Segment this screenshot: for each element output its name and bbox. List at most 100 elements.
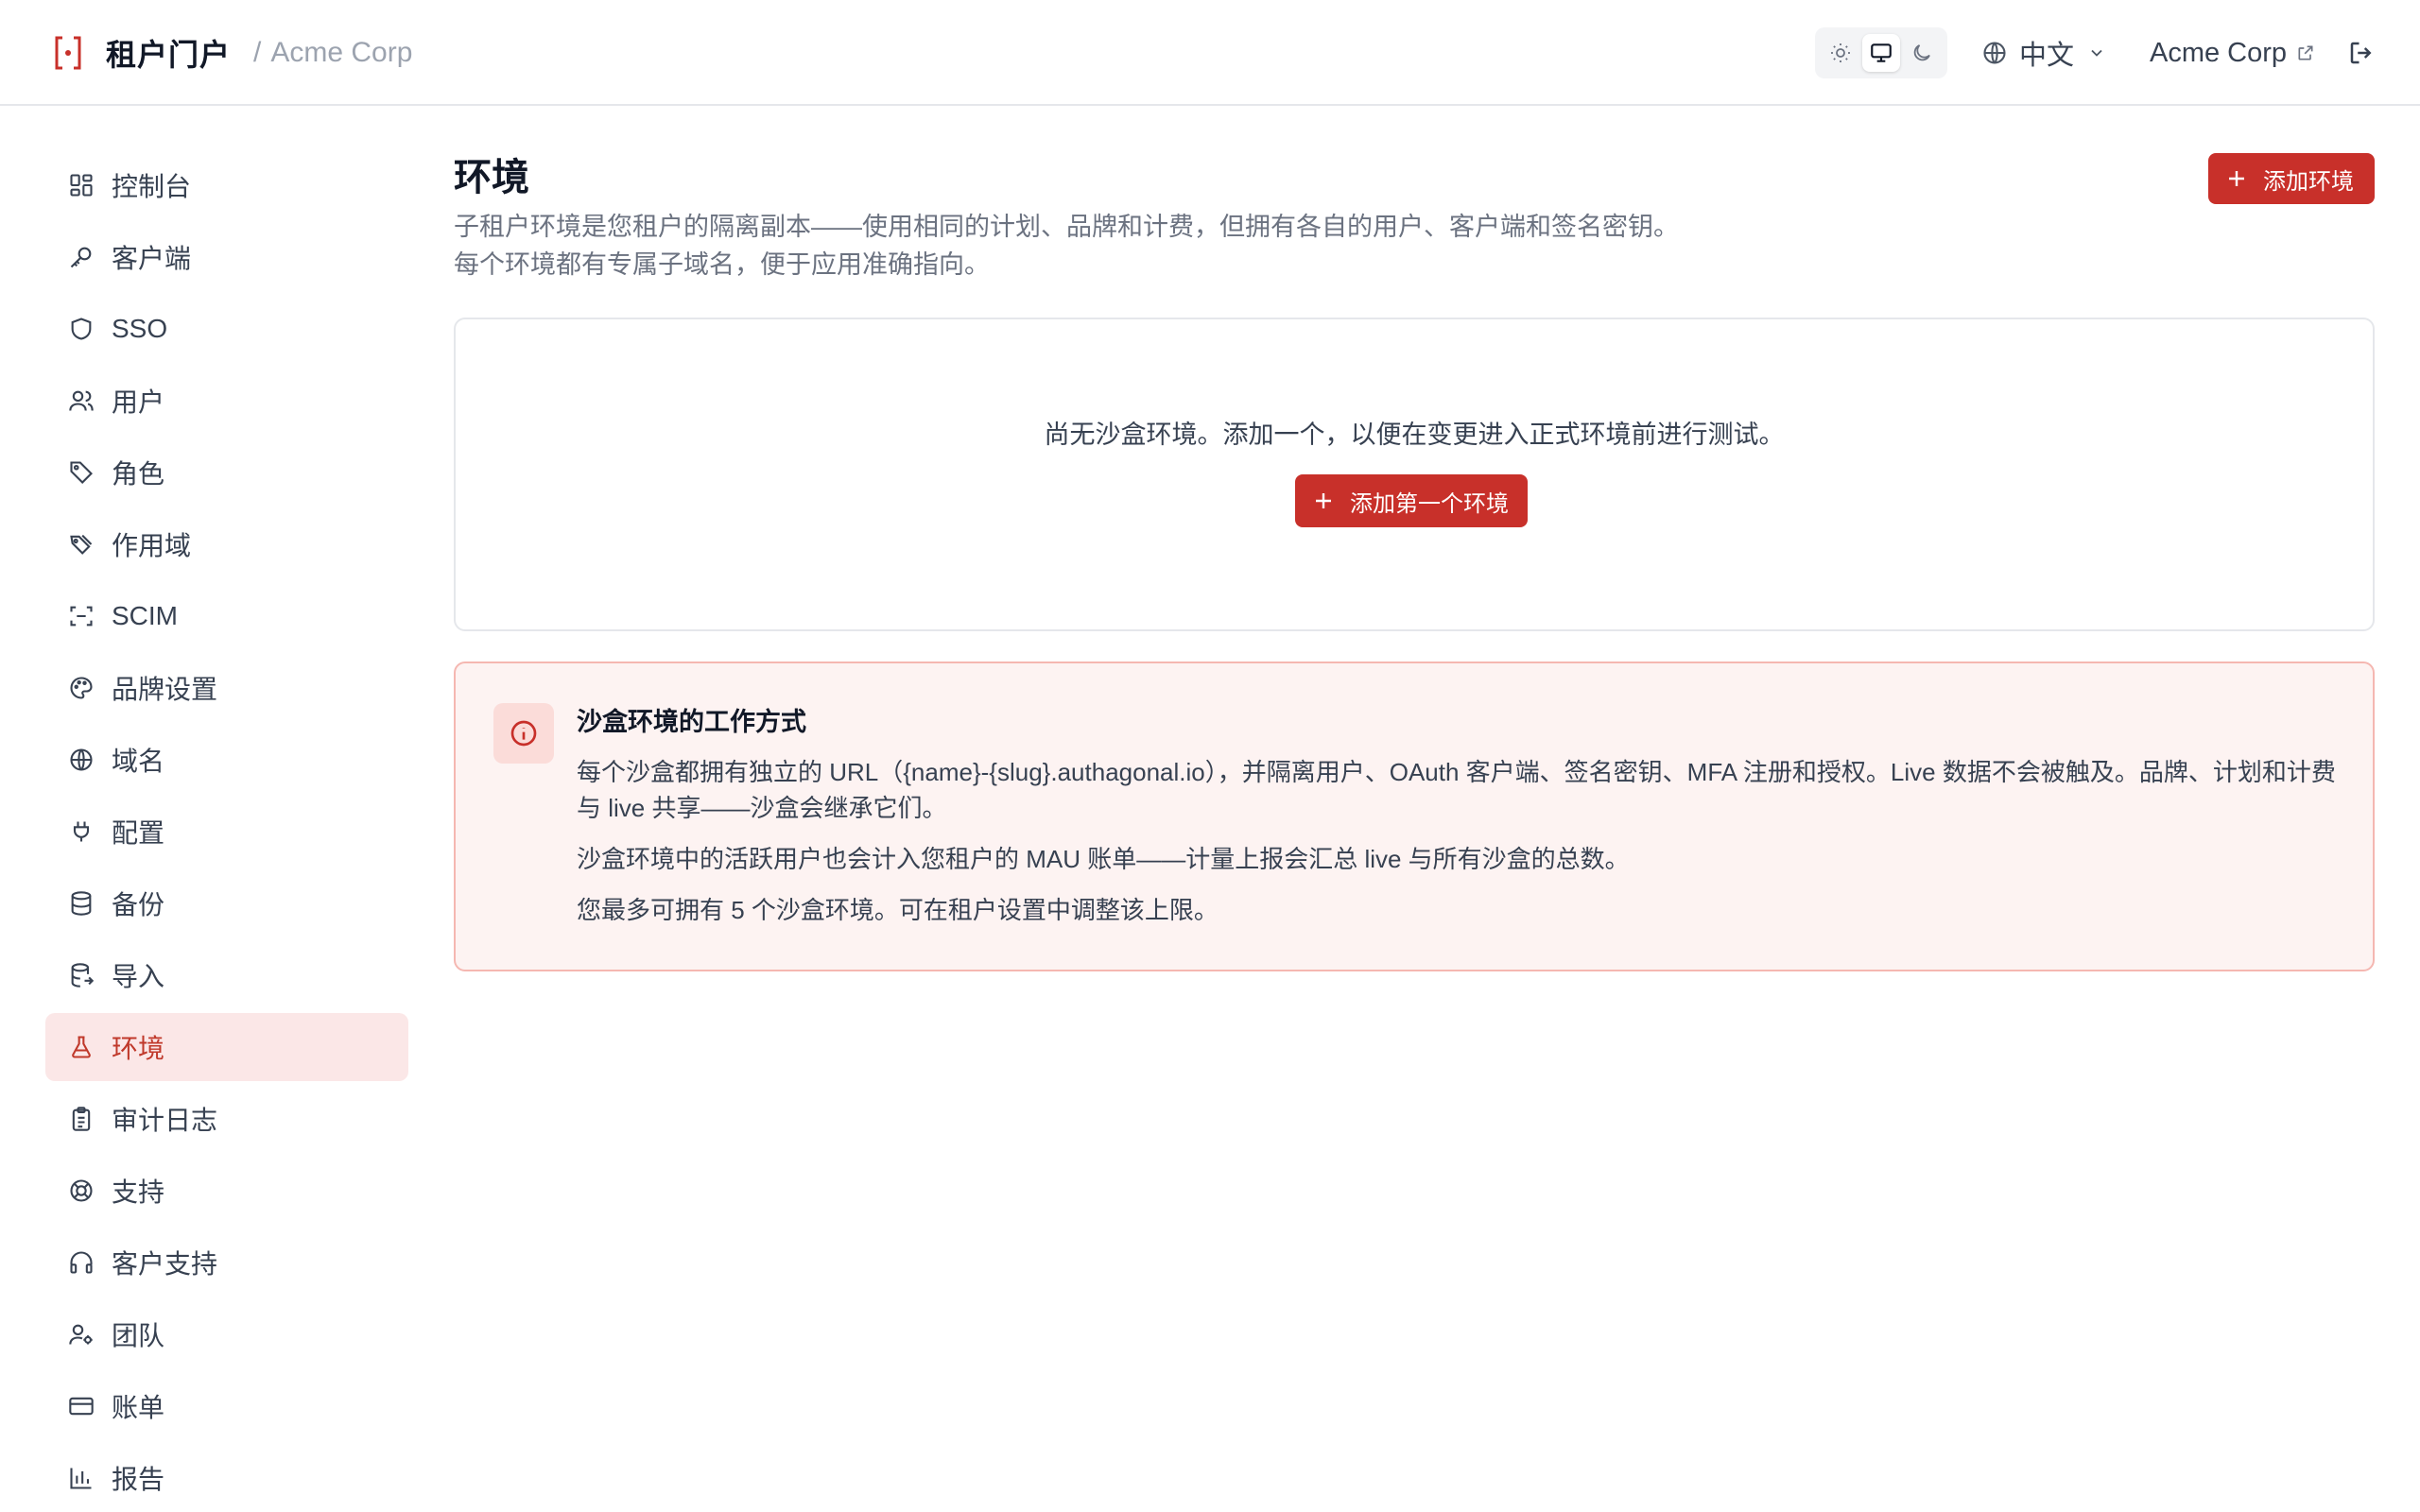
sidebar-item-environments[interactable]: 环境	[45, 1013, 408, 1081]
top-header: 租户门户 / Acme Corp 中文 Acme Corp	[0, 0, 2420, 106]
sidebar-item-label: 品牌设置	[112, 675, 218, 704]
monitor-icon	[1871, 43, 1892, 62]
chevron-down-icon	[2091, 49, 2102, 57]
add-environment-button[interactable]: 添加环境	[2208, 153, 2375, 204]
sidebar-nav: 控制台 客户端 SSO 用户 角色 作用域 SCIM 品牌设置 域名 配置 备份…	[45, 151, 408, 1512]
plus-icon	[1312, 490, 1335, 512]
tenant-name: Acme Corp	[270, 37, 413, 68]
sidebar-item-label: 备份	[112, 890, 165, 919]
theme-light-button[interactable]	[1822, 34, 1859, 72]
database-icon	[66, 888, 96, 919]
add-first-environment-label: 添加第一个环境	[1350, 490, 1509, 517]
sun-icon	[1831, 43, 1851, 62]
app-title: 租户门户	[106, 38, 232, 72]
breadcrumb-separator: /	[253, 37, 262, 68]
info-paragraph-2: 沙盒环境中的活跃用户也会计入您租户的 MAU 账单——计量上报会汇总 live …	[577, 845, 1630, 873]
sidebar-item-scim[interactable]: SCIM	[45, 582, 408, 650]
sidebar-item-label: 支持	[112, 1177, 165, 1207]
user-cog-icon	[66, 1319, 96, 1349]
sidebar-item-roles[interactable]: 角色	[45, 438, 408, 507]
key-icon	[66, 242, 96, 272]
info-icon	[493, 703, 554, 764]
tag-icon	[66, 457, 96, 488]
theme-system-button[interactable]	[1861, 34, 1900, 72]
account-name: Acme Corp	[2150, 37, 2288, 68]
page-description-line-2: 每个环境都有专属子域名，便于应用准确指向。	[454, 250, 990, 279]
bar-chart-icon	[66, 1463, 96, 1493]
sidebar-item-label: 账单	[112, 1393, 165, 1422]
dashboard-icon	[66, 170, 96, 200]
info-body: 沙盒环境的工作方式 每个沙盒都拥有独立的 URL（{name}-{slug}.a…	[577, 701, 2344, 928]
sidebar-item-label: 配置	[112, 818, 165, 848]
sidebar-item-label: 域名	[112, 747, 165, 776]
sidebar-item-label: 团队	[112, 1321, 165, 1350]
page-description: 子租户环境是您租户的隔离副本——使用相同的计划、品牌和计费，但拥有各自的用户、客…	[454, 208, 2375, 284]
add-environment-label: 添加环境	[2263, 168, 2354, 195]
database-import-icon	[66, 960, 96, 990]
sidebar-item-customer-support[interactable]: 客户支持	[45, 1228, 408, 1297]
info-paragraph-3: 您最多可拥有 5 个沙盒环境。可在租户设置中调整该上限。	[577, 896, 1219, 924]
headphones-icon	[66, 1247, 96, 1278]
sidebar-item-domains[interactable]: 域名	[45, 726, 408, 794]
shield-icon	[66, 314, 96, 344]
lifebuoy-icon	[66, 1176, 96, 1206]
brand-logo-icon	[49, 34, 87, 72]
sidebar-item-dashboard[interactable]: 控制台	[45, 151, 408, 219]
plug-icon	[66, 816, 96, 847]
sidebar-item-scopes[interactable]: 作用域	[45, 510, 408, 578]
users-icon	[66, 386, 96, 416]
sidebar-item-reports[interactable]: 报告	[45, 1444, 408, 1512]
info-paragraph-1: 每个沙盒都拥有独立的 URL（{name}-{slug}.authagonal.…	[577, 758, 2336, 822]
sidebar-item-label: SSO	[112, 314, 168, 343]
sidebar-item-branding[interactable]: 品牌设置	[45, 654, 408, 722]
logout-icon	[2350, 42, 2372, 64]
add-first-environment-button[interactable]: 添加第一个环境	[1295, 474, 1528, 527]
main-content: 环境 子租户环境是您租户的隔离副本——使用相同的计划、品牌和计费，但拥有各自的用…	[454, 151, 2375, 971]
theme-dark-button[interactable]	[1903, 34, 1941, 72]
info-title: 沙盒环境的工作方式	[577, 708, 806, 736]
globe-icon	[1983, 42, 2006, 64]
sidebar-item-clients[interactable]: 客户端	[45, 223, 408, 291]
page-description-line-1: 子租户环境是您租户的隔离副本——使用相同的计划、品牌和计费，但拥有各自的用户、客…	[454, 213, 1679, 241]
sidebar-item-config[interactable]: 配置	[45, 798, 408, 866]
sidebar-item-label: 控制台	[112, 172, 192, 201]
sidebar-item-label: 作用域	[112, 531, 192, 560]
sidebar-item-label: 环境	[112, 1034, 165, 1063]
empty-state-card: 尚无沙盒环境。添加一个，以便在变更进入正式环境前进行测试。 添加第一个环境	[454, 318, 2375, 631]
account-link[interactable]: Acme Corp	[2150, 0, 2315, 106]
external-link-icon	[2298, 45, 2313, 60]
plus-icon	[2225, 167, 2248, 190]
clipboard-icon	[66, 1104, 96, 1134]
sidebar-item-label: 客户端	[112, 244, 192, 273]
tags-icon	[66, 529, 96, 559]
brand[interactable]: 租户门户 / Acme Corp	[49, 0, 412, 106]
scan-icon	[66, 601, 96, 631]
sidebar-item-support[interactable]: 支持	[45, 1157, 408, 1225]
moon-icon	[1913, 44, 1930, 61]
language-label: 中文	[2019, 41, 2075, 71]
credit-card-icon	[66, 1391, 96, 1421]
sidebar-item-sso[interactable]: SSO	[45, 295, 408, 363]
sidebar-item-label: 导入	[112, 962, 165, 991]
page-title: 环境	[454, 157, 529, 198]
palette-icon	[66, 673, 96, 703]
sandbox-info-card: 沙盒环境的工作方式 每个沙盒都拥有独立的 URL（{name}-{slug}.a…	[454, 662, 2375, 971]
sidebar-item-billing[interactable]: 账单	[45, 1372, 408, 1440]
sidebar-item-label: 用户	[112, 387, 165, 417]
language-selector[interactable]: 中文	[1981, 0, 2106, 106]
sidebar-item-team[interactable]: 团队	[45, 1300, 408, 1368]
sidebar-item-label: 客户支持	[112, 1249, 218, 1279]
globe-icon	[66, 745, 96, 775]
sidebar-item-label: 报告	[112, 1465, 165, 1494]
sidebar-item-backup[interactable]: 备份	[45, 869, 408, 937]
sidebar-item-import[interactable]: 导入	[45, 941, 408, 1009]
sidebar-item-users[interactable]: 用户	[45, 367, 408, 435]
sidebar-item-label: 审计日志	[112, 1106, 218, 1135]
empty-state-text: 尚无沙盒环境。添加一个，以便在变更进入正式环境前进行测试。	[1044, 421, 1785, 449]
sidebar-item-label: 角色	[112, 459, 165, 489]
theme-switcher	[1815, 27, 1947, 78]
flask-icon	[66, 1032, 96, 1062]
sidebar-item-label: SCIM	[112, 601, 178, 630]
logout-button[interactable]	[2342, 34, 2380, 72]
sidebar-item-audit-log[interactable]: 审计日志	[45, 1085, 408, 1153]
